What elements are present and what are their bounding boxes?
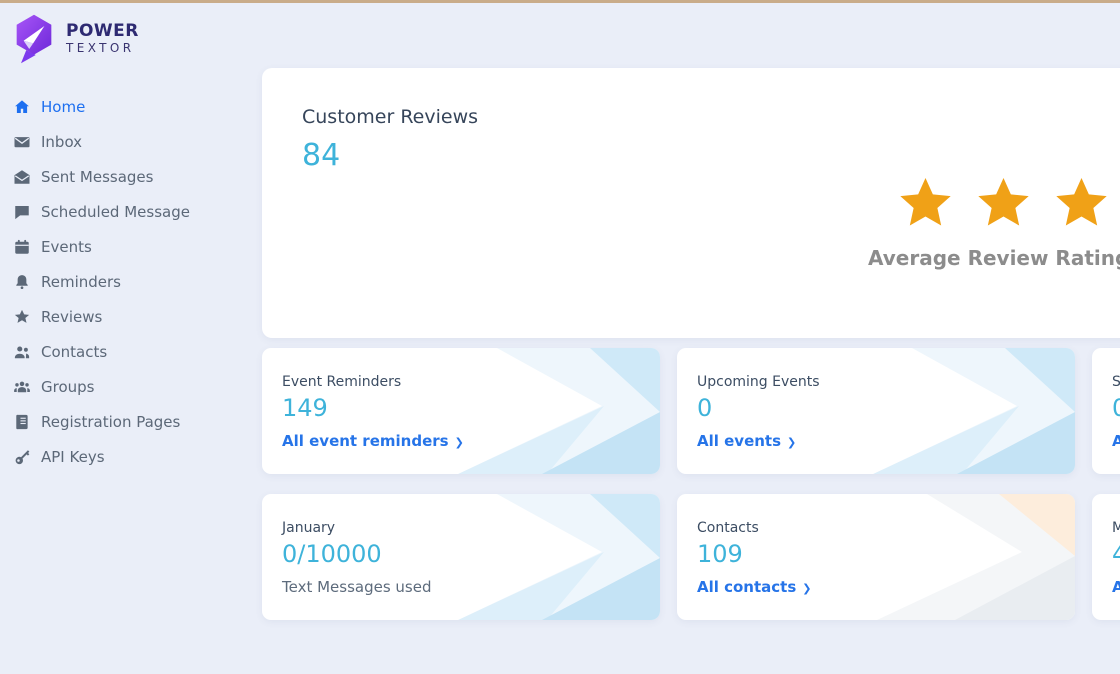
star-icon — [897, 174, 954, 231]
sidebar-item-home[interactable]: Home — [0, 89, 250, 124]
average-rating-label: Average Review Rating= — [868, 246, 1120, 270]
link-label: A — [1112, 432, 1120, 450]
api-keys-icon — [13, 448, 31, 466]
reviews-icon — [13, 308, 31, 326]
customer-reviews-title: Customer Reviews — [302, 106, 478, 128]
card-value: 149 — [282, 394, 660, 422]
sidebar-item-label: Inbox — [41, 133, 82, 151]
all-events-link[interactable]: All events ❯ — [697, 432, 796, 450]
card-content: Event Reminders 149 All event reminders … — [262, 348, 660, 450]
stat-card-partial-bottom: M 4 A — [1092, 494, 1120, 620]
link-label: A — [1112, 578, 1120, 596]
sidebar-item-label: Scheduled Message — [41, 203, 190, 221]
sidebar-item-label: Groups — [41, 378, 94, 396]
card-subtitle: Text Messages used — [282, 578, 660, 596]
link-label: All event reminders — [282, 432, 449, 450]
card-title: January — [282, 520, 660, 536]
card-title: Event Reminders — [282, 374, 660, 390]
link-label: All contacts — [697, 578, 796, 596]
stat-card-upcoming-events: Upcoming Events 0 All events ❯ — [677, 348, 1075, 474]
chevron-right-icon: ❯ — [787, 437, 796, 448]
sidebar-item-label: Reviews — [41, 308, 102, 326]
sidebar-item-label: Registration Pages — [41, 413, 180, 431]
card-title: Sc — [1112, 374, 1120, 390]
card-value: 109 — [697, 540, 1075, 568]
card-value: 4 — [1112, 540, 1120, 568]
reminders-icon — [13, 273, 31, 291]
card-title: M — [1112, 520, 1120, 536]
sidebar-item-api-keys[interactable]: API Keys — [0, 439, 250, 474]
partial-link[interactable]: A — [1112, 432, 1120, 450]
sidebar-item-label: Sent Messages — [41, 168, 153, 186]
stat-card-event-reminders: Event Reminders 149 All event reminders … — [262, 348, 660, 474]
main-content: Customer Reviews 84 Average Review Ratin… — [262, 68, 1120, 338]
all-contacts-link[interactable]: All contacts ❯ — [697, 578, 812, 596]
groups-icon — [13, 378, 31, 396]
chevron-right-icon: ❯ — [802, 583, 811, 594]
card-title: Upcoming Events — [697, 374, 1075, 390]
brand-name: POWER TEXTOR — [66, 22, 139, 55]
sidebar-item-contacts[interactable]: Contacts — [0, 334, 250, 369]
card-content: Sc 0 A — [1092, 348, 1120, 450]
customer-reviews-panel: Customer Reviews 84 Average Review Ratin… — [262, 68, 1120, 338]
sidebar-item-groups[interactable]: Groups — [0, 369, 250, 404]
stat-card-contacts: Contacts 109 All contacts ❯ — [677, 494, 1075, 620]
sidebar-item-sent-messages[interactable]: Sent Messages — [0, 159, 250, 194]
home-icon — [13, 98, 31, 116]
sidebar-item-label: API Keys — [41, 448, 105, 466]
sidebar-item-reminders[interactable]: Reminders — [0, 264, 250, 299]
inbox-icon — [13, 133, 31, 151]
link-label: All events — [697, 432, 781, 450]
partial-link[interactable]: A — [1112, 578, 1120, 596]
card-content: M 4 A — [1092, 494, 1120, 596]
card-value: 0/10000 — [282, 540, 660, 568]
scheduled-message-icon — [13, 203, 31, 221]
registration-pages-icon — [13, 413, 31, 431]
sidebar-nav: Home Inbox Sent Messages Scheduled Messa… — [0, 89, 250, 474]
contacts-icon — [13, 343, 31, 361]
events-icon — [13, 238, 31, 256]
card-value: 0 — [697, 394, 1075, 422]
power-textor-logo-icon — [11, 13, 57, 65]
chevron-right-icon: ❯ — [455, 437, 464, 448]
card-content: Contacts 109 All contacts ❯ — [677, 494, 1075, 596]
stat-card-partial-top: Sc 0 A — [1092, 348, 1120, 474]
sidebar-item-events[interactable]: Events — [0, 229, 250, 264]
sidebar-item-label: Reminders — [41, 273, 121, 291]
sidebar-item-label: Contacts — [41, 343, 107, 361]
stat-cards-row-1: Event Reminders 149 All event reminders … — [262, 348, 1120, 474]
star-icon — [1053, 174, 1110, 231]
star-icon — [975, 174, 1032, 231]
sidebar-item-label: Events — [41, 238, 92, 256]
card-content: January 0/10000 Text Messages used — [262, 494, 660, 596]
all-event-reminders-link[interactable]: All event reminders ❯ — [282, 432, 464, 450]
stat-card-january-usage: January 0/10000 Text Messages used — [262, 494, 660, 620]
sent-messages-icon — [13, 168, 31, 186]
sidebar-item-inbox[interactable]: Inbox — [0, 124, 250, 159]
brand-logo[interactable]: POWER TEXTOR — [0, 3, 250, 65]
sidebar-item-registration-pages[interactable]: Registration Pages — [0, 404, 250, 439]
sidebar-item-scheduled-message[interactable]: Scheduled Message — [0, 194, 250, 229]
star-rating — [897, 174, 1110, 231]
card-value: 0 — [1112, 394, 1120, 422]
card-title: Contacts — [697, 520, 1075, 536]
sidebar-item-label: Home — [41, 98, 85, 116]
brand-line1: POWER — [66, 22, 139, 42]
card-content: Upcoming Events 0 All events ❯ — [677, 348, 1075, 450]
sidebar-item-reviews[interactable]: Reviews — [0, 299, 250, 334]
customer-reviews-count: 84 — [302, 138, 340, 173]
sidebar: POWER TEXTOR Home Inbox Sent Messages — [0, 3, 250, 674]
brand-line2: TEXTOR — [66, 42, 139, 56]
stat-cards-row-2: January 0/10000 Text Messages used Conta… — [262, 494, 1120, 620]
